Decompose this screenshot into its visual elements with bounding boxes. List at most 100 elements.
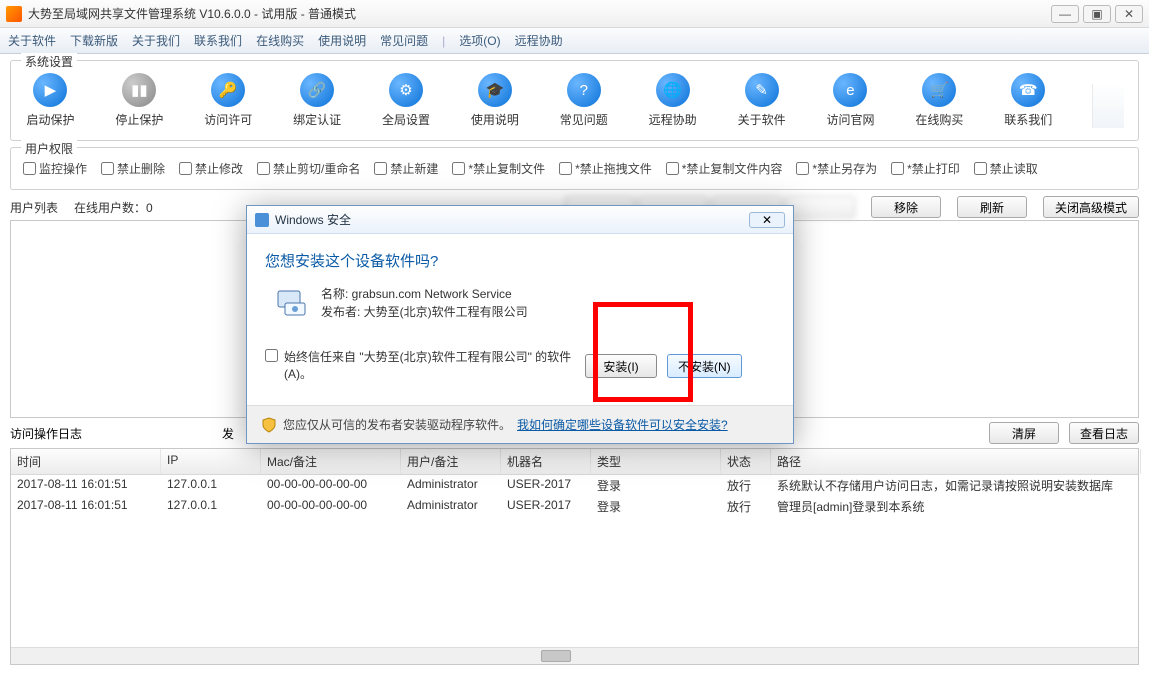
toolbar-label: 常见问题 <box>560 111 608 128</box>
log-row[interactable]: 2017-08-11 16:01:51127.0.0.100-00-00-00-… <box>11 496 1138 517</box>
menu-item[interactable]: 联系我们 <box>194 32 242 49</box>
permission-checkbox[interactable] <box>452 162 465 175</box>
toolbar-item[interactable]: ?常见问题 <box>558 73 609 128</box>
log-column-header[interactable]: IP <box>161 449 261 474</box>
permission-item[interactable]: 禁止删除 <box>101 160 165 177</box>
log-cell: 2017-08-11 16:01:51 <box>11 475 161 496</box>
toolbar-item[interactable]: ☎ 联系我们 <box>1003 73 1054 128</box>
permission-label: 禁止读取 <box>990 160 1038 177</box>
permission-checkbox[interactable] <box>23 162 36 175</box>
view-log-button[interactable]: 查看日志 <box>1069 422 1139 444</box>
toolbar-icon: ☎ <box>1011 73 1045 107</box>
install-button[interactable]: 安装(I) <box>585 354 657 378</box>
toolbar-icon: 🔑 <box>211 73 245 107</box>
menu-item[interactable]: 下载新版 <box>70 32 118 49</box>
log-row[interactable]: 2017-08-11 16:01:51127.0.0.100-00-00-00-… <box>11 475 1138 496</box>
toolbar-icon: 🌐 <box>656 73 690 107</box>
permission-item[interactable]: *禁止拖拽文件 <box>559 160 652 177</box>
menu-item[interactable]: 使用说明 <box>318 32 366 49</box>
toolbar-label: 联系我们 <box>1004 111 1052 128</box>
menu-item[interactable]: 在线购买 <box>256 32 304 49</box>
dialog-question: 您想安装这个设备软件吗? <box>265 250 775 271</box>
permission-item[interactable]: 禁止读取 <box>974 160 1038 177</box>
toolbar-icon: ▶ <box>33 73 67 107</box>
window-maximize-button[interactable]: ▣ <box>1083 5 1111 23</box>
permission-checkbox[interactable] <box>891 162 904 175</box>
group-system-title: 系统设置 <box>21 53 77 70</box>
permission-checkbox[interactable] <box>101 162 114 175</box>
permission-label: 禁止新建 <box>390 160 438 177</box>
log-body: 2017-08-11 16:01:51127.0.0.100-00-00-00-… <box>11 475 1138 647</box>
log-hscrollbar[interactable] <box>11 647 1138 664</box>
permission-item[interactable]: *禁止复制文件内容 <box>666 160 783 177</box>
toolbar-item[interactable]: 🔗绑定认证 <box>292 73 343 128</box>
clear-log-button[interactable]: 清屏 <box>989 422 1059 444</box>
window-minimize-button[interactable]: — <box>1051 5 1079 23</box>
toolbar-item[interactable]: e访问官网 <box>825 73 876 128</box>
menu-item[interactable]: 常见问题 <box>380 32 428 49</box>
log-column-header[interactable]: 用户/备注 <box>401 449 501 474</box>
window-close-button[interactable]: ✕ <box>1115 5 1143 23</box>
permission-item[interactable]: *禁止打印 <box>891 160 960 177</box>
log-grid: 时间IPMac/备注用户/备注机器名类型状态路径 2017-08-11 16:0… <box>10 448 1139 665</box>
toolbar-label: 在线购买 <box>915 111 963 128</box>
log-column-header[interactable]: 时间 <box>11 449 161 474</box>
menu-item[interactable]: 关于我们 <box>132 32 180 49</box>
log-cell: 登录 <box>591 496 721 517</box>
permission-item[interactable]: *禁止另存为 <box>796 160 877 177</box>
log-cell: 00-00-00-00-00-00 <box>261 475 401 496</box>
permission-checkbox[interactable] <box>666 162 679 175</box>
menu-item[interactable]: 选项(O) <box>459 32 500 49</box>
toolbar-item[interactable]: 🛒在线购买 <box>914 73 965 128</box>
window-titlebar: 大势至局域网共享文件管理系统 V10.6.0.0 - 试用版 - 普通模式 — … <box>0 0 1149 28</box>
menu-separator: | <box>442 34 445 48</box>
log-column-header[interactable]: 路径 <box>771 449 1141 474</box>
remove-button[interactable]: 移除 <box>871 196 941 218</box>
dont-install-button[interactable]: 不安装(N) <box>667 354 742 378</box>
toolbar-item[interactable]: 🔑访问许可 <box>203 73 254 128</box>
always-trust-checkbox[interactable] <box>265 349 278 362</box>
hidden-button[interactable] <box>785 196 855 218</box>
toolbar-icon: ✎ <box>745 73 779 107</box>
permission-checkbox[interactable] <box>179 162 192 175</box>
permission-item[interactable]: 禁止剪切/重命名 <box>257 160 360 177</box>
permission-item[interactable]: 监控操作 <box>23 160 87 177</box>
toolbar-item[interactable]: ✎关于软件 <box>736 73 787 128</box>
menu-item[interactable]: 关于软件 <box>8 32 56 49</box>
permission-checkbox[interactable] <box>257 162 270 175</box>
window-title: 大势至局域网共享文件管理系统 V10.6.0.0 - 试用版 - 普通模式 <box>28 5 1051 22</box>
toolbar-item[interactable]: ▶启动保护 <box>25 73 76 128</box>
log-column-header[interactable]: 状态 <box>721 449 771 474</box>
permission-checkbox[interactable] <box>974 162 987 175</box>
log-column-header[interactable]: 类型 <box>591 449 721 474</box>
permission-item[interactable]: 禁止修改 <box>179 160 243 177</box>
toolbar-label: 全局设置 <box>382 111 430 128</box>
permission-item[interactable]: *禁止复制文件 <box>452 160 545 177</box>
menu-item[interactable]: 远程协助 <box>515 32 563 49</box>
log-cell: 登录 <box>591 475 721 496</box>
log-header: 时间IPMac/备注用户/备注机器名类型状态路径 <box>11 449 1138 475</box>
log-cell: Administrator <box>401 475 501 496</box>
dialog-icon <box>255 213 269 227</box>
dialog-close-button[interactable]: ✕ <box>749 212 785 228</box>
refresh-button[interactable]: 刷新 <box>957 196 1027 218</box>
toolbar-item[interactable]: ⚙ 全局设置 <box>381 73 432 128</box>
permission-label: *禁止拖拽文件 <box>575 160 652 177</box>
permission-checkbox[interactable] <box>796 162 809 175</box>
log-column-header[interactable]: Mac/备注 <box>261 449 401 474</box>
permission-item[interactable]: 禁止新建 <box>374 160 438 177</box>
toolbar-icon: ▮▮ <box>122 73 156 107</box>
log-cell: 放行 <box>721 475 771 496</box>
toolbar-item[interactable]: 🎓使用说明 <box>469 73 520 128</box>
toolbar-item[interactable]: 🌐远程协助 <box>647 73 698 128</box>
toolbar-icon: ⚙ <box>389 73 423 107</box>
dialog-name-value: grabsun.com Network Service <box>352 287 512 301</box>
permission-checkbox[interactable] <box>374 162 387 175</box>
permission-label: 监控操作 <box>39 160 87 177</box>
log-column-header[interactable]: 机器名 <box>501 449 591 474</box>
close-advanced-button[interactable]: 关闭高级模式 <box>1043 196 1139 218</box>
permission-checkbox[interactable] <box>559 162 572 175</box>
dialog-footer-link[interactable]: 我如何确定哪些设备软件可以安全安装? <box>517 416 728 433</box>
group-system-settings: 系统设置 ▶启动保护▮▮停止保护🔑访问许可🔗绑定认证⚙全局设置🎓使用说明?常见问… <box>10 60 1139 141</box>
scrollbar-thumb[interactable] <box>541 650 571 662</box>
